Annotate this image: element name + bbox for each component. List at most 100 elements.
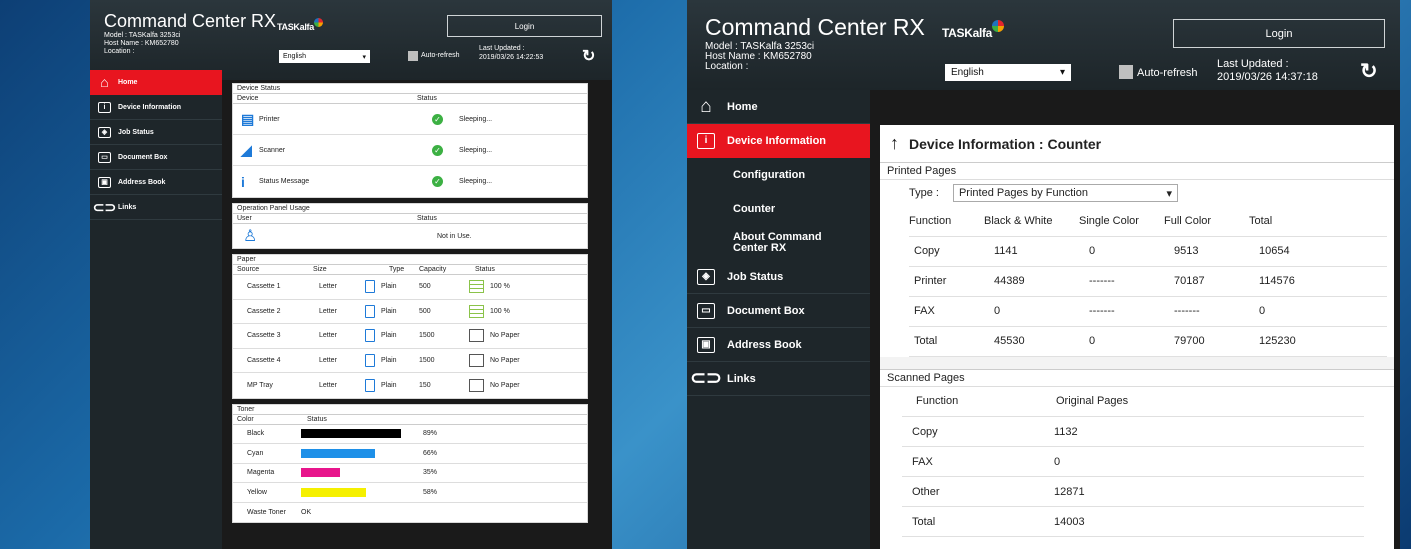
last-updated: Last Updated :2019/03/26 14:37:18 <box>1217 58 1318 83</box>
job-status-icon: ◈ <box>98 126 111 138</box>
table-cell: FAX <box>902 446 1042 477</box>
column-header: Black & White <box>984 206 1079 237</box>
sidebar-item-address-book[interactable]: ▣ Address Book <box>687 328 870 362</box>
paper-row: Cassette 4 Letter Plain 1500 No Paper <box>233 349 587 373</box>
printed-pages-table: Function Black & White Single Color Full Co… <box>909 206 1387 357</box>
document-box-icon: ▭ <box>98 151 111 163</box>
paper-col-header: Source <box>237 266 260 273</box>
waste-toner-label: Waste Toner <box>247 508 286 516</box>
toner-percent: 58% <box>423 488 438 496</box>
toner-level-bar <box>301 487 366 497</box>
table-cell: 10654 <box>1249 236 1387 267</box>
toner-percent: 66% <box>423 449 438 457</box>
table-cell: 114576 <box>1249 266 1387 297</box>
sidebar-item-device-information[interactable]: i Device Information <box>687 124 870 158</box>
submenu-configuration[interactable]: Configuration <box>687 158 870 192</box>
device-status-section: Device Status Device Status ▤ Printer ✓ Slee… <box>232 83 588 198</box>
paper-source: Cassette 1 <box>247 283 281 291</box>
paper-status: No Paper <box>490 356 520 364</box>
sidebar-item-job-status[interactable]: ◈ Job Status <box>90 120 222 145</box>
panel-usage-section: Operation Panel Usage User Status ♙ Not in… <box>232 203 588 249</box>
paper-icon <box>365 378 375 392</box>
logo-icon <box>313 18 323 27</box>
sidebar-item-label: Home <box>118 78 138 86</box>
submenu-about[interactable]: About Command Center RX <box>687 226 870 260</box>
header: Command Center RX Model : TASKalfa 3253c… <box>687 0 1400 90</box>
table-cell: 70187 <box>1164 266 1249 297</box>
paper-size: Letter <box>319 381 337 389</box>
logo-icon <box>992 20 1005 32</box>
sidebar-item-links[interactable]: ⊂⊃ Links <box>687 362 870 396</box>
printed-pages-header: Printed Pages <box>880 162 1394 180</box>
sidebar-item-address-book[interactable]: ▣ Address Book <box>90 170 222 195</box>
table-cell: 0 <box>1249 296 1387 327</box>
paper-source: Cassette 4 <box>247 356 281 364</box>
home-icon: ⌂ <box>100 74 109 90</box>
paper-icon <box>365 280 375 294</box>
login-button[interactable]: Login <box>1173 19 1385 48</box>
auto-refresh-checkbox[interactable] <box>408 51 418 61</box>
device-name: Scanner <box>259 146 286 154</box>
paper-capacity: 500 <box>419 283 431 291</box>
device-name: Printer <box>259 115 280 123</box>
links-icon: ⊂⊃ <box>92 198 117 215</box>
table-cell: 0 <box>1079 326 1164 357</box>
paper-type: Plain <box>381 356 397 364</box>
table-cell: 45530 <box>984 326 1079 357</box>
refresh-icon[interactable]: ↻ <box>582 46 595 66</box>
device-row: ▤ Printer ✓ Sleeping... <box>233 104 587 135</box>
toner-percent: 35% <box>423 469 438 477</box>
device-status: Sleeping... <box>459 146 493 154</box>
language-select[interactable]: English ▾ <box>279 50 370 63</box>
sidebar-item-home[interactable]: ⌂ Home <box>687 90 870 124</box>
table-cell: Other <box>902 476 1042 507</box>
type-select[interactable]: Printed Pages by Function ▾ <box>952 184 1178 202</box>
table-cell: Total <box>902 506 1042 537</box>
toner-bar-track <box>301 448 413 458</box>
toner-percent: 89% <box>423 430 438 438</box>
table-row: Total 14003 <box>902 506 1364 537</box>
paper-icon <box>365 329 375 343</box>
sidebar-item-label: Job Status <box>118 128 154 136</box>
language-select[interactable]: English ▾ <box>945 64 1071 81</box>
paper-icon <box>365 353 375 367</box>
paper-section: Paper Source Size Type Capacity Status Casse… <box>232 254 588 399</box>
table-row: Other 12871 <box>902 476 1364 507</box>
sidebar-item-document-box[interactable]: ▭ Document Box <box>687 294 870 328</box>
table-cell: Printer <box>909 266 984 297</box>
table-row: FAX 0 <box>902 446 1364 477</box>
back-arrow-icon[interactable]: ↑ <box>890 133 899 154</box>
paper-level-icon <box>469 304 484 318</box>
login-button[interactable]: Login <box>447 15 602 37</box>
panel-status: Not in Use. <box>437 232 472 240</box>
toner-color-name: Magenta <box>247 469 275 477</box>
status-message-icon: i <box>241 173 245 190</box>
sidebar-item-device-information[interactable]: i Device Information <box>90 95 222 120</box>
refresh-icon[interactable]: ↻ <box>1360 59 1378 84</box>
device-status: Sleeping... <box>459 178 493 185</box>
paper-row: MP Tray Letter Plain 150 No Paper <box>233 373 587 398</box>
table-row: Total 45530 0 79700 125230 <box>909 326 1387 357</box>
paper-icon <box>365 304 375 318</box>
table-cell: Copy <box>902 416 1042 447</box>
auto-refresh-checkbox[interactable] <box>1119 65 1133 79</box>
submenu-counter[interactable]: Counter <box>687 192 870 226</box>
paper-size: Letter <box>319 307 337 315</box>
sidebar-item-links[interactable]: ⊂⊃ Links <box>90 195 222 220</box>
sidebar-item-label: Links <box>727 372 756 385</box>
links-icon: ⊂⊃ <box>690 368 722 389</box>
paper-type: Plain <box>381 332 397 340</box>
toner-color-name: Cyan <box>247 449 264 457</box>
paper-col-header: Type <box>389 266 405 273</box>
sidebar-item-document-box[interactable]: ▭ Document Box <box>90 145 222 170</box>
column-header: Function <box>902 386 1042 417</box>
sidebar-item-home[interactable]: ⌂ Home <box>90 70 222 95</box>
counter-window: Command Center RX Model : TASKalfa 3253c… <box>687 0 1400 549</box>
brand-title: Command Center RX <box>705 14 925 40</box>
toner-color-name: Black <box>247 430 265 438</box>
toner-section: Toner Color Status Black 89% Cyan 66% Magenta… <box>232 403 588 523</box>
auto-refresh-label: Auto-refresh <box>421 52 460 59</box>
sidebar-item-job-status[interactable]: ◈ Job Status <box>687 260 870 294</box>
address-book-icon: ▣ <box>98 176 111 188</box>
table-cell: 125230 <box>1249 326 1387 357</box>
